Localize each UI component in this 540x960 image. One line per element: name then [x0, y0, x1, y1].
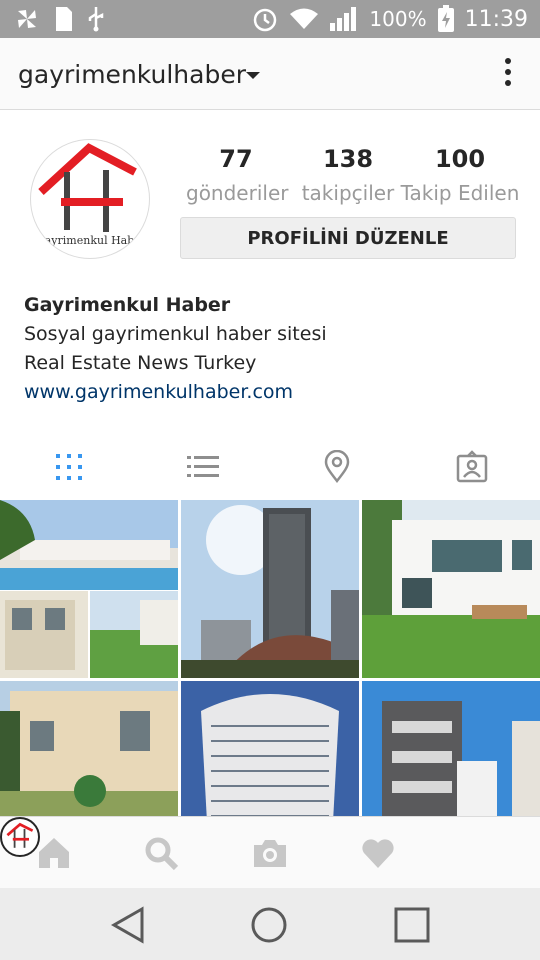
heart-icon[interactable] [360, 835, 396, 871]
photo-thumbnail[interactable] [0, 500, 178, 678]
tagged-person-icon[interactable] [455, 450, 489, 484]
logo-icon [6, 822, 34, 848]
avatar[interactable]: Gayrimenkul Haber [30, 139, 150, 259]
followers-label: takipçiler [301, 181, 395, 205]
photo-thumbnail[interactable] [0, 681, 178, 816]
profile-view-tabs [0, 438, 540, 494]
edit-profile-button[interactable]: PROFİLİNİ DÜZENLE [180, 217, 516, 259]
app-header: gayrimenkulhaber [0, 38, 540, 110]
camera-icon[interactable] [252, 835, 288, 871]
stat-followers[interactable]: 138 takipçiler [300, 145, 396, 205]
location-pin-icon[interactable] [320, 450, 354, 484]
home-icon[interactable] [36, 835, 72, 871]
grid-view-icon[interactable] [52, 450, 86, 484]
list-view-icon[interactable] [186, 450, 220, 484]
posts-count: 77 [219, 145, 253, 173]
stat-following[interactable]: 100 Takip Edilen [400, 145, 520, 205]
alarm-icon [254, 8, 277, 32]
bio-line: Real Estate News Turkey [24, 352, 257, 374]
following-count: 100 [434, 145, 486, 173]
posts-label: gönderiler [186, 181, 289, 205]
search-icon[interactable] [143, 835, 179, 871]
photo-thumbnail[interactable] [362, 681, 540, 816]
back-icon[interactable] [108, 905, 148, 945]
logo-icon: Gayrimenkul Haber [36, 143, 147, 247]
chevron-down-icon[interactable] [246, 72, 260, 79]
clock: 11:39 [464, 6, 528, 32]
system-nav-bar [0, 888, 540, 960]
more-options-icon[interactable] [504, 58, 512, 90]
wifi-icon [290, 8, 319, 29]
account-switcher[interactable]: gayrimenkulhaber [18, 60, 246, 89]
battery-charging-icon [437, 5, 454, 32]
signal-icon [330, 7, 357, 31]
photo-grid [0, 500, 540, 816]
photo-thumbnail[interactable] [362, 500, 540, 678]
following-label: Takip Edilen [400, 181, 520, 205]
status-bar: 100% 11:39 [0, 0, 540, 38]
stat-posts[interactable]: 77 gönderiler [186, 145, 289, 205]
bio-line: Sosyal gayrimenkul haber sitesi [24, 323, 327, 345]
home-circle-icon[interactable] [249, 905, 289, 945]
recent-apps-icon[interactable] [392, 905, 432, 945]
bottom-nav [0, 816, 540, 888]
profile-tab-avatar[interactable] [0, 817, 40, 857]
battery-percent: 100% [369, 7, 427, 31]
avatar-logo-text: Gayrimenkul Haber [36, 234, 147, 247]
followers-count: 138 [322, 145, 374, 173]
photo-thumbnail[interactable] [181, 681, 359, 816]
sd-card-icon [56, 7, 72, 31]
profile-name: Gayrimenkul Haber [24, 294, 231, 316]
photo-thumbnail[interactable] [181, 500, 359, 678]
usb-icon [88, 7, 104, 32]
website-link[interactable]: www.gayrimenkulhaber.com [24, 381, 293, 403]
pinwheel-icon [18, 10, 36, 28]
